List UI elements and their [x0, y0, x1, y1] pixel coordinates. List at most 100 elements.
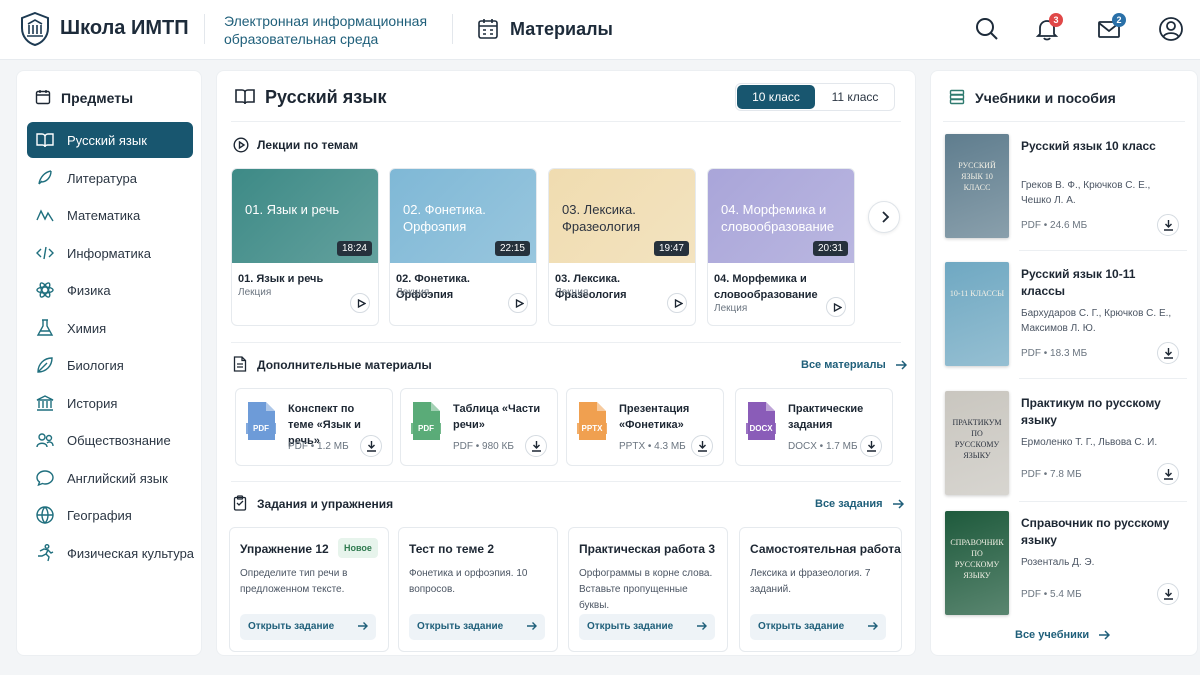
material-file-card[interactable]: DOCX Практические задания DOCX • 1.7 МБ	[735, 388, 893, 466]
document-icon	[233, 356, 247, 372]
tasks-title: Задания и упражнения	[257, 497, 394, 511]
material-file-card[interactable]: PDF Таблица «Части речи» PDF • 980 КБ	[400, 388, 558, 466]
all-materials-link[interactable]: Все материалы	[801, 359, 907, 371]
lectures-next-button[interactable]	[868, 201, 900, 233]
lecture-play-button[interactable]	[508, 293, 528, 313]
download-icon	[1164, 589, 1173, 600]
all-materials-label: Все материалы	[801, 359, 886, 371]
lecture-play-button[interactable]	[826, 297, 846, 317]
download-button[interactable]	[1157, 583, 1179, 605]
sidebar-item-4[interactable]: Информатика	[27, 235, 193, 271]
sidebar-item-11[interactable]: География	[27, 497, 193, 533]
file-meta: DOCX • 1.7 МБ	[788, 441, 858, 452]
tab-grade-11[interactable]: 11 класс	[816, 85, 894, 109]
all-tasks-link[interactable]: Все задания	[815, 498, 904, 510]
book-open-icon	[36, 133, 54, 148]
sidebar-item-3[interactable]: Математика	[27, 197, 193, 233]
download-button[interactable]	[525, 435, 547, 457]
sidebar-item-label: Физическая культура	[67, 545, 195, 561]
open-task-button[interactable]: Открыть задание	[409, 614, 545, 640]
environment-title: Электронная информационная образовательн…	[224, 12, 427, 48]
cover-text: 10-11 КЛАССЫ	[949, 289, 1005, 298]
lecture-type: Лекция	[555, 287, 589, 298]
textbook-item[interactable]: 10-11 КЛАССЫ Русский язык 10-11 классы Бар…	[943, 262, 1187, 380]
lecture-card[interactable]: 02. Фонетика. Орфоэпия 22:15 02. Фонетика.…	[389, 168, 537, 326]
school-shield-icon	[21, 12, 49, 46]
lecture-play-button[interactable]	[350, 293, 370, 313]
code-icon	[36, 246, 54, 259]
download-icon	[1164, 220, 1173, 231]
sidebar-item-7[interactable]: Биология	[27, 347, 193, 383]
textbook-item[interactable]: РУССКИЙ ЯЗЫК 10 КЛАСС Русский язык 10 кла…	[943, 134, 1187, 252]
env-line-1: Электронная информационная	[224, 13, 428, 29]
file-name: Практические задания	[788, 403, 864, 431]
arrow-right-icon	[1099, 630, 1111, 640]
sidebar-item-2[interactable]: Литература	[27, 160, 193, 196]
sidebar-item-9[interactable]: Обществознание	[27, 422, 193, 458]
sidebar-item-1[interactable]: Русский язык	[27, 122, 193, 158]
sidebar-item-10[interactable]: Английский язык	[27, 460, 193, 496]
textbook-authors: Бархударов С. Г., Крючков С. Е., Максимо…	[1021, 308, 1172, 334]
arrow-right-icon	[527, 622, 537, 630]
clipboard-icon	[233, 495, 247, 511]
play-icon	[357, 299, 366, 308]
feather-icon	[38, 169, 52, 184]
all-textbooks-link[interactable]: Все учебники	[1015, 629, 1111, 641]
download-button[interactable]	[1157, 214, 1179, 236]
download-button[interactable]	[1157, 463, 1179, 485]
sidebar-item-8[interactable]: История	[27, 385, 193, 421]
lecture-card[interactable]: 04. Морфемика и словообразование 20:31 04.…	[707, 168, 855, 326]
task-card: Самостоятельная работа Лексика и фразеоло…	[739, 527, 902, 652]
play-icon	[674, 299, 683, 308]
lecture-card[interactable]: 01. Язык и речь 18:24 01. Язык и речь Лекци…	[231, 168, 379, 326]
sidebar-item-6[interactable]: Химия	[27, 310, 193, 346]
subjects-title: Предметы	[61, 90, 134, 106]
lecture-type: Лекция	[714, 303, 748, 314]
lecture-duration: 19:47	[653, 241, 689, 256]
file-type-icon: PPTX	[577, 401, 607, 441]
download-button[interactable]	[1157, 342, 1179, 364]
textbook-title: Русский язык 10 класс	[1021, 139, 1156, 153]
subjects-sidebar: Предметы Русский язык Литература Математик…	[16, 70, 202, 656]
textbook-title: Справочник по русскому языку	[1021, 516, 1170, 547]
lecture-duration: 22:15	[494, 241, 530, 256]
open-task-button[interactable]: Открыть задание	[579, 614, 715, 640]
sidebar-item-label: География	[67, 508, 132, 523]
sidebar-item-12[interactable]: Физическая культура	[27, 535, 195, 571]
search-icon[interactable]	[974, 16, 1000, 42]
textbook-cover: ПРАКТИКУМ ПО РУССКОМУ ЯЗЫКУ	[945, 391, 1009, 495]
open-task-label: Открыть задание	[758, 621, 845, 632]
open-task-button[interactable]: Открыть задание	[750, 614, 886, 640]
material-file-card[interactable]: PPTX Презентация «Фонетика» PPTX • 4.3 МБ	[566, 388, 724, 466]
file-type-icon: PDF	[246, 401, 276, 441]
arrow-right-icon	[358, 622, 368, 630]
textbook-meta: PDF • 18.3 МБ	[1021, 348, 1088, 359]
task-name: Тест по теме 2	[409, 542, 494, 556]
tab-grade-10[interactable]: 10 класс	[737, 85, 815, 109]
download-icon	[532, 441, 541, 452]
material-file-card[interactable]: PDF Конспект по теме «Язык и речь» PDF • 1…	[235, 388, 393, 466]
task-name: Практическая работа 3	[579, 542, 716, 556]
sidebar-item-5[interactable]: Физика	[27, 272, 193, 308]
notifications-badge: 3	[1049, 13, 1063, 27]
user-profile-icon[interactable]	[1158, 16, 1184, 42]
textbook-cover: 10-11 КЛАССЫ	[945, 262, 1009, 366]
task-description: Орфограммы в корне слова. Вставьте пропу…	[579, 568, 713, 611]
textbook-item[interactable]: СПРАВОЧНИК ПО РУССКОМУ ЯЗЫКУ Справочник п…	[943, 511, 1187, 629]
lecture-play-button[interactable]	[667, 293, 687, 313]
lecture-thumbnail-title: 03. Лексика. Фразеология	[562, 202, 641, 234]
file-type-icon: DOCX	[746, 401, 776, 441]
open-task-button[interactable]: Открыть задание	[240, 614, 376, 640]
arrow-right-icon	[868, 622, 878, 630]
download-button[interactable]	[360, 435, 382, 457]
header-divider	[452, 14, 453, 44]
download-icon	[1164, 469, 1173, 480]
download-icon	[867, 441, 876, 452]
cover-text: РУССКИЙ ЯЗЫК 10 КЛАСС	[958, 161, 996, 192]
download-button[interactable]	[860, 435, 882, 457]
textbook-title: Практикум по русскому языку	[1021, 396, 1161, 427]
textbook-item[interactable]: ПРАКТИКУМ ПО РУССКОМУ ЯЗЫКУ Практикум по …	[943, 391, 1187, 509]
textbook-authors: Ермоленко Т. Г., Львова С. И.	[1021, 437, 1158, 448]
lecture-card[interactable]: 03. Лексика. Фразеология 19:47 03. Лексика…	[548, 168, 696, 326]
download-button[interactable]	[691, 435, 713, 457]
